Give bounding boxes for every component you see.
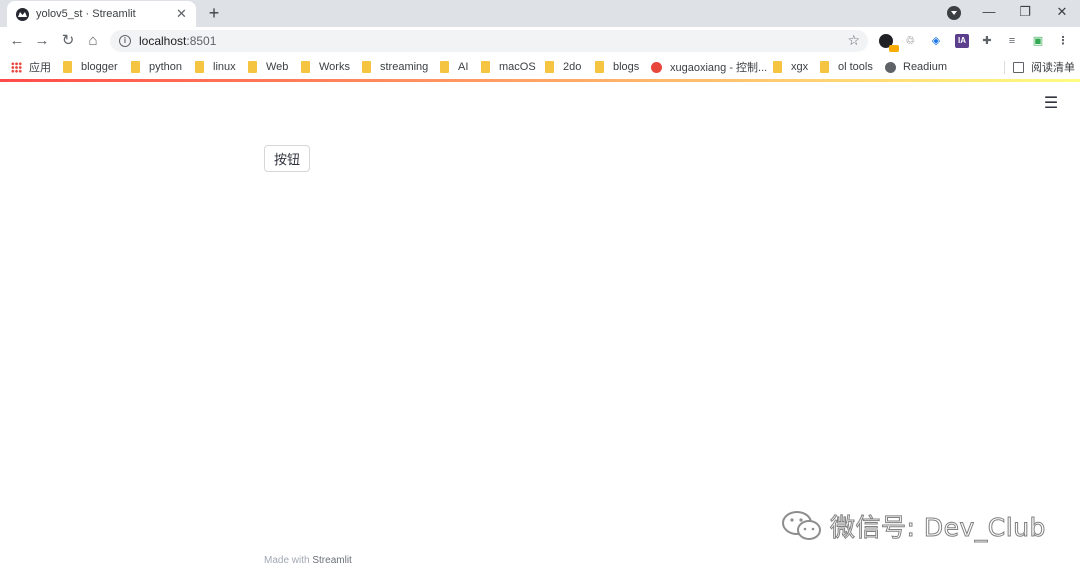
bookmark-label: blogs [613,61,640,73]
bookmark-2do[interactable]: 2do [545,59,581,75]
site-gear-icon [651,61,662,73]
folder-icon [248,61,257,73]
folder-icon [63,61,72,73]
hamburger-menu-icon[interactable]: ☰ [1043,96,1059,112]
footer-prefix: Made with [264,555,310,566]
bookmark-ai[interactable]: AI [440,59,468,75]
streamlit-favicon-icon [16,7,29,21]
media-control-icon[interactable]: ≡ [1005,34,1019,48]
bookmark-python[interactable]: python [131,59,182,75]
folder-icon [440,61,449,73]
bookmark-label: ol tools [838,61,873,73]
bookmark-blogger[interactable]: blogger [63,59,118,75]
extension-avatar-icon[interactable] [879,34,899,52]
more-menu-icon[interactable]: ⋮ [1056,34,1070,48]
sync-extension-icon[interactable]: ▣ [1031,34,1045,48]
bookmark-streaming[interactable]: streaming [362,59,428,75]
bookmark-blogs[interactable]: blogs [595,59,639,75]
folder-icon [481,61,490,73]
bookmark-label: 2do [563,61,582,73]
folder-icon [773,61,782,73]
ia-extension-icon[interactable]: IA [955,34,969,48]
streamlit-header-decoration [0,79,1080,82]
tab-close-icon[interactable]: ✕ [174,6,189,21]
bookmark-apps[interactable]: 应用 [11,59,51,75]
browser-tab[interactable]: yolov5_st · Streamlit ✕ [7,1,196,27]
bookmark-works[interactable]: Works [301,59,350,75]
bookmark-star-icon[interactable]: ☆ [847,32,860,49]
puzzle-extensions-icon[interactable]: ✚ [980,34,994,48]
url-port: :8501 [186,34,217,48]
bookmark-label: xgx [791,61,809,73]
folder-icon [820,61,829,73]
footer: Made with Streamlit [264,555,352,566]
bookmark-label: Works [319,61,350,73]
folder-icon [362,61,371,73]
address-bar[interactable]: i localhost:8501 ☆ [110,30,868,52]
bookmark-label: streaming [380,61,429,73]
home-icon[interactable]: ⌂ [83,31,103,51]
reading-list-label: 阅读清单 [1031,62,1075,74]
folder-icon [195,61,204,73]
bookmark-label: AI [458,61,469,73]
bookmark-linux[interactable]: linux [195,59,236,75]
watermark-text: 微信号: Dev_Club [830,513,1046,543]
folder-icon [131,61,140,73]
bookmark-label: blogger [81,61,118,73]
bookmark-readium[interactable]: Readium [885,59,947,75]
streamlit-button[interactable]: 按钮 [264,145,310,172]
layers-extension-icon[interactable]: ◈ [929,34,943,48]
bookmark-label: python [149,61,183,73]
folder-icon [301,61,310,73]
bookmark-label: linux [213,61,236,73]
new-tab-button[interactable]: + [204,3,224,23]
bookmarks-bar: 应用 blogger python linux Web Works stream… [0,55,1080,79]
bookmark-macos[interactable]: macOS [481,59,536,75]
wechat-logo-icon [782,511,821,540]
globe-icon [885,61,896,73]
bookmark-xugaoxiang[interactable]: xugaoxiang - 控制... [651,59,767,75]
window-close-button[interactable]: ✕ [1050,2,1074,22]
bookmark-ol-tools[interactable]: ol tools [820,59,873,75]
apps-grid-icon [11,61,22,73]
url-host: localhost [139,34,187,48]
url-text[interactable]: localhost:8501 [139,34,216,48]
restore-button[interactable]: ❐ [1013,2,1037,22]
wechat-watermark: 微信号: Dev_Club [780,508,1046,544]
browser-toolbar: ← → ↻ ⌂ i localhost:8501 ☆ ♲ ◈ IA ✚ ≡ ▣ … [0,27,1080,55]
site-info-icon[interactable]: i [119,35,131,47]
folder-icon [545,61,554,73]
reload-icon[interactable]: ↻ [58,31,78,51]
bookmark-label: macOS [499,61,536,73]
bookmark-label: Web [266,61,289,73]
bookmarks-divider [1004,61,1005,74]
bookmark-label: 应用 [29,62,51,74]
bookmark-web[interactable]: Web [248,59,288,75]
bookmark-xgx[interactable]: xgx [773,59,808,75]
tab-strip: yolov5_st · Streamlit ✕ + — ❐ ✕ [0,0,1080,27]
tab-title: yolov5_st · Streamlit [36,8,136,20]
bookmark-label: Readium [903,61,948,73]
forward-icon[interactable]: → [32,31,52,51]
back-icon[interactable]: ← [7,31,27,51]
minimize-button[interactable]: — [977,2,1001,22]
bookmark-label: xugaoxiang - 控制... [670,62,768,74]
reading-list-button[interactable]: 阅读清单 [1013,59,1075,75]
folder-icon [595,61,604,73]
reading-list-icon [1013,61,1024,73]
footer-streamlit-link[interactable]: Streamlit [312,555,351,566]
tab-search-icon[interactable] [947,6,961,20]
recycle-extension-icon[interactable]: ♲ [903,34,917,48]
